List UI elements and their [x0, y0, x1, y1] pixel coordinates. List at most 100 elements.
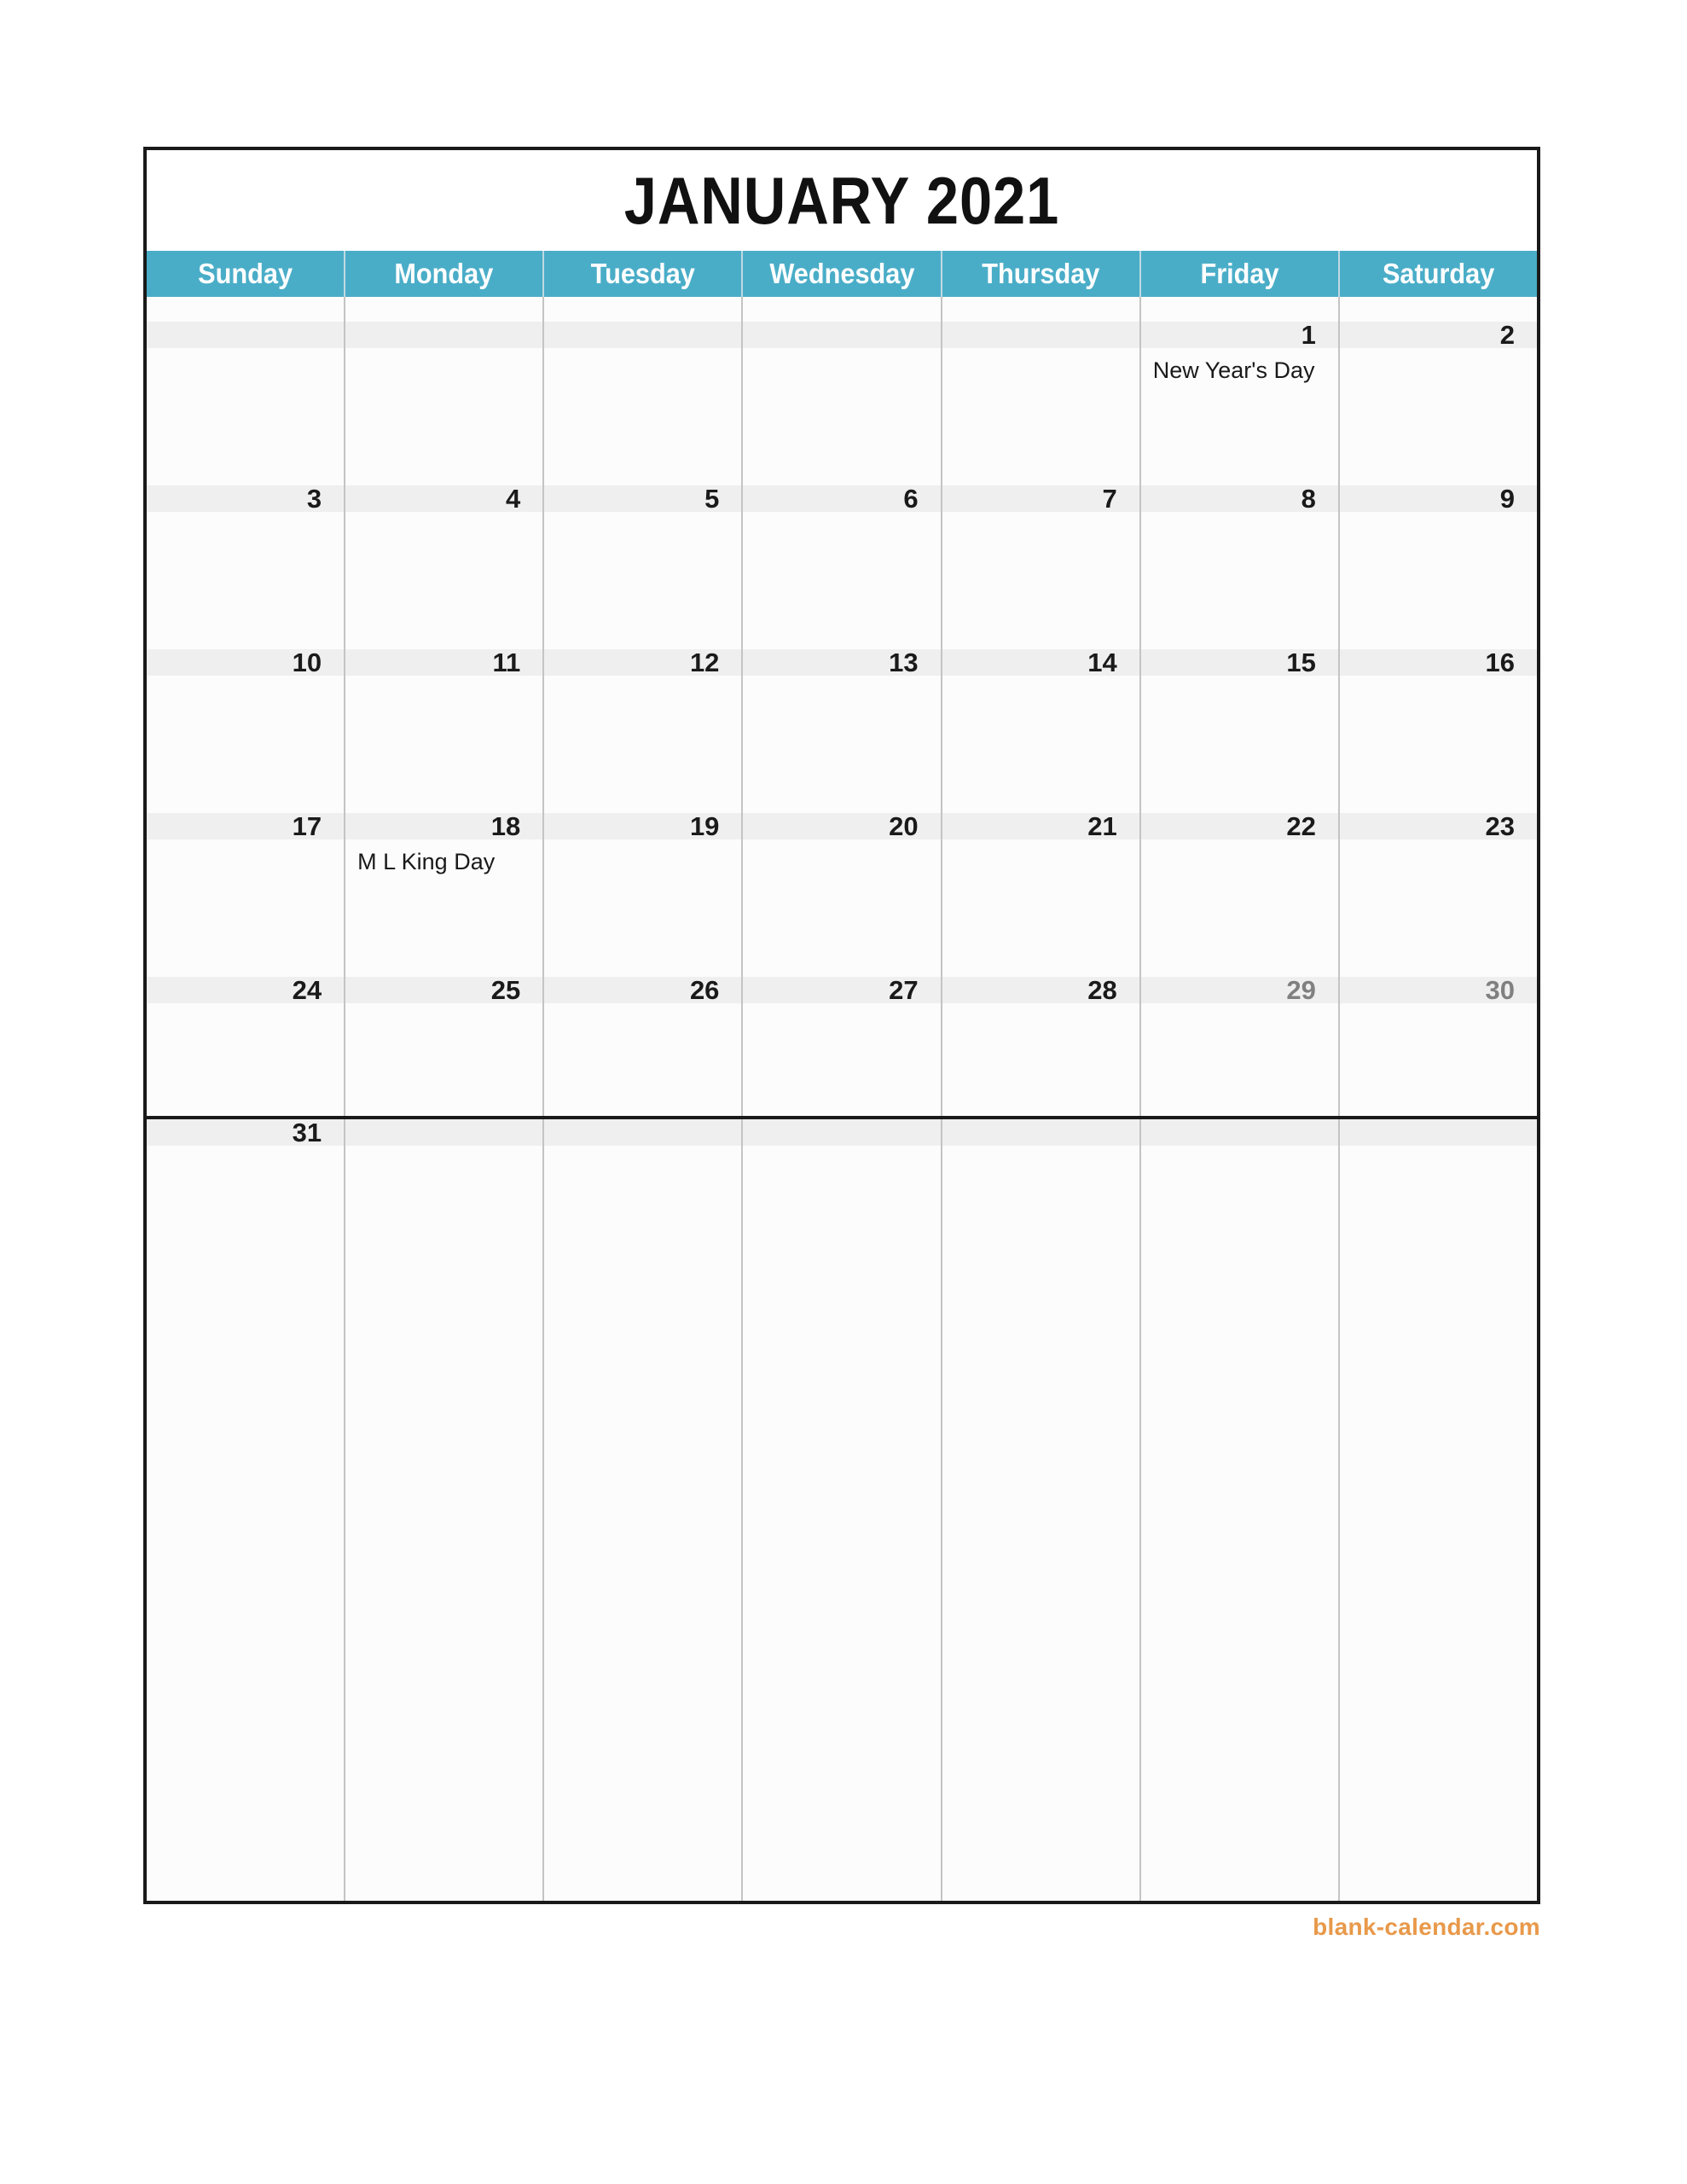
day-cell-empty[interactable] — [743, 1119, 942, 1901]
day-cell-31[interactable]: 31 — [147, 1119, 346, 1901]
day-event-area[interactable] — [1339, 839, 1537, 952]
calendar-week-row: 1 New Year's Day 2 — [147, 297, 1537, 461]
day-event-area[interactable] — [544, 839, 742, 952]
day-event-area[interactable] — [1140, 1146, 1338, 1901]
date-number: 12 — [689, 648, 720, 677]
day-cell-empty[interactable] — [345, 1119, 545, 1901]
day-cell-30[interactable]: 30 — [1339, 952, 1537, 1116]
day-cell-7[interactable]: 7 — [942, 461, 1141, 624]
day-event-area[interactable] — [1339, 676, 1537, 788]
date-number: 21 — [1087, 811, 1117, 841]
day-cell-11[interactable]: 11 — [345, 624, 545, 788]
day-event-area[interactable] — [147, 348, 345, 461]
day-cell-4[interactable]: 4 — [345, 461, 545, 624]
day-cell-16[interactable]: 16 — [1339, 624, 1537, 788]
day-cell-25[interactable]: 25 — [345, 952, 545, 1116]
day-cell-19[interactable]: 19 — [544, 788, 744, 952]
day-cell-1[interactable]: 1 New Year's Day — [1140, 297, 1340, 461]
day-event-area[interactable] — [147, 839, 345, 952]
day-cell-empty[interactable] — [743, 297, 942, 461]
day-event-area[interactable] — [544, 676, 742, 788]
day-event-area[interactable] — [1140, 512, 1338, 624]
day-event-area[interactable] — [743, 512, 941, 624]
cell-top-spacer — [345, 952, 543, 977]
day-event-area[interactable] — [147, 676, 345, 788]
day-event-area[interactable] — [1339, 1003, 1537, 1116]
day-event-area[interactable] — [544, 512, 742, 624]
day-cell-18[interactable]: 18 M L King Day — [345, 788, 545, 952]
day-cell-17[interactable]: 17 — [147, 788, 346, 952]
day-cell-14[interactable]: 14 — [942, 624, 1141, 788]
day-event-area[interactable] — [942, 676, 1139, 788]
day-cell-28[interactable]: 28 — [942, 952, 1141, 1116]
watermark-link[interactable]: blank-calendar.com — [1313, 1914, 1540, 1940]
weekday-header-wednesday: Wednesday — [743, 251, 942, 297]
day-event-area[interactable] — [345, 676, 543, 788]
day-event-area[interactable] — [743, 676, 941, 788]
day-event-area[interactable] — [743, 348, 941, 461]
day-event-area[interactable] — [147, 512, 345, 624]
day-cell-13[interactable]: 13 — [743, 624, 942, 788]
day-event-area[interactable] — [345, 1146, 543, 1901]
date-number: 10 — [292, 648, 322, 677]
day-event-area[interactable] — [1140, 1003, 1338, 1116]
day-event-area[interactable] — [1339, 512, 1537, 624]
date-number-band — [942, 1119, 1139, 1146]
cell-top-spacer — [1140, 952, 1338, 977]
day-event-area[interactable]: M L King Day — [345, 839, 543, 952]
day-cell-empty[interactable] — [1339, 1119, 1537, 1901]
day-cell-12[interactable]: 12 — [544, 624, 744, 788]
day-cell-empty[interactable] — [942, 297, 1141, 461]
day-cell-3[interactable]: 3 — [147, 461, 346, 624]
day-event-area[interactable] — [1339, 348, 1537, 461]
day-cell-9[interactable]: 9 — [1339, 461, 1537, 624]
day-cell-20[interactable]: 20 — [743, 788, 942, 952]
weekday-label: Monday — [394, 258, 494, 289]
day-cell-23[interactable]: 23 — [1339, 788, 1537, 952]
day-cell-empty[interactable] — [345, 297, 545, 461]
day-cell-5[interactable]: 5 — [544, 461, 744, 624]
day-cell-empty[interactable] — [544, 1119, 744, 1901]
day-event-area[interactable] — [1140, 676, 1338, 788]
day-cell-15[interactable]: 15 — [1140, 624, 1340, 788]
day-event-area[interactable] — [942, 348, 1139, 461]
day-event-area[interactable] — [743, 839, 941, 952]
day-event-area[interactable] — [743, 1003, 941, 1116]
day-event-area[interactable] — [544, 348, 742, 461]
day-cell-empty[interactable] — [942, 1119, 1141, 1901]
day-cell-10[interactable]: 10 — [147, 624, 346, 788]
day-cell-27[interactable]: 27 — [743, 952, 942, 1116]
day-event-area[interactable] — [147, 1003, 345, 1116]
day-event-area[interactable] — [345, 512, 543, 624]
day-event-area[interactable]: New Year's Day — [1140, 348, 1338, 461]
day-event-area[interactable] — [147, 1146, 345, 1901]
cell-top-spacer — [1339, 788, 1537, 813]
day-cell-empty[interactable] — [544, 297, 744, 461]
day-cell-24[interactable]: 24 — [147, 952, 346, 1116]
day-event-area[interactable] — [1339, 1146, 1537, 1901]
day-event-area[interactable] — [942, 839, 1139, 952]
date-number-band: 2 — [1339, 322, 1537, 348]
date-number: 26 — [689, 975, 720, 1005]
day-event-area[interactable] — [345, 1003, 543, 1116]
day-event-area[interactable] — [942, 1146, 1139, 1901]
day-event-area[interactable] — [1140, 839, 1338, 952]
day-cell-26[interactable]: 26 — [544, 952, 744, 1116]
day-cell-29[interactable]: 29 — [1140, 952, 1340, 1116]
day-cell-empty[interactable] — [1140, 1119, 1340, 1901]
cell-top-spacer — [345, 788, 543, 813]
day-cell-empty[interactable] — [147, 297, 346, 461]
day-event-area[interactable] — [544, 1003, 742, 1116]
day-event-area[interactable] — [743, 1146, 941, 1901]
day-event-area[interactable] — [544, 1146, 742, 1901]
day-event-area[interactable] — [942, 1003, 1139, 1116]
day-cell-6[interactable]: 6 — [743, 461, 942, 624]
day-cell-21[interactable]: 21 — [942, 788, 1141, 952]
day-cell-2[interactable]: 2 — [1339, 297, 1537, 461]
day-event-area[interactable] — [942, 512, 1139, 624]
day-event-area[interactable] — [345, 348, 543, 461]
footer-watermark: blank-calendar.com — [0, 1914, 1540, 1941]
day-cell-8[interactable]: 8 — [1140, 461, 1340, 624]
day-cell-22[interactable]: 22 — [1140, 788, 1340, 952]
date-number-band — [544, 1119, 742, 1146]
